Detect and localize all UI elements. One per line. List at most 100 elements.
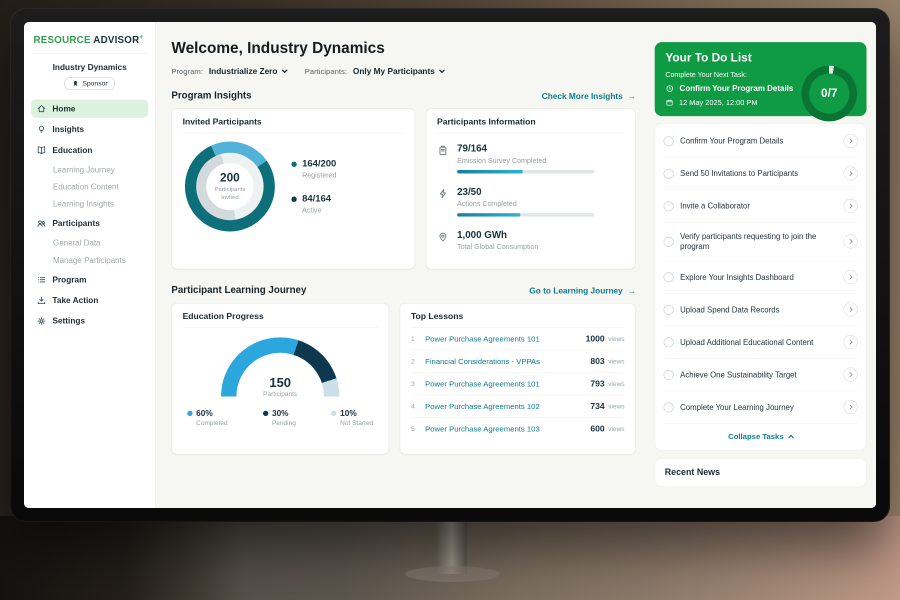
todo-task[interactable]: Achieve One Sustainability Target	[664, 359, 858, 392]
todo-task[interactable]: Complete Your Learning Journey	[664, 391, 858, 424]
todo-panel: Your To Do List Complete Your Next Task:…	[651, 22, 876, 508]
info-value: 23/50	[457, 186, 594, 197]
todo-task[interactable]: Explore Your Insights Dashboard	[664, 261, 858, 294]
learning-journey-title: Participant Learning Journey	[171, 285, 306, 296]
arrow-right-icon: →	[627, 286, 635, 295]
go-to-learning-journey-link[interactable]: Go to Learning Journey →	[529, 286, 635, 295]
task-checkbox-icon[interactable]	[664, 370, 674, 380]
chevron-right-icon[interactable]	[843, 400, 857, 414]
chevron-right-icon[interactable]	[843, 368, 857, 382]
collapse-tasks-button[interactable]: Collapse Tasks	[664, 424, 858, 449]
task-checkbox-icon[interactable]	[664, 402, 674, 412]
progress-bar	[457, 213, 594, 217]
chevron-up-icon	[788, 435, 794, 441]
link-label: Go to Learning Journey	[529, 286, 622, 295]
logo-plus: +	[139, 34, 143, 41]
participants-filter-label: Participants:	[305, 67, 347, 76]
info-value: 1,000 GWh	[457, 230, 538, 241]
todo-task[interactable]: Invite a Collaborator	[664, 190, 858, 223]
book-icon	[36, 145, 46, 155]
program-select[interactable]: Industrialize Zero	[209, 66, 287, 75]
chevron-right-icon[interactable]	[843, 335, 857, 349]
lesson-rank: 3	[411, 380, 425, 387]
lesson-link[interactable]: Power Purchase Agreements 103	[425, 424, 590, 433]
sidebar-nav: Home Insights Education Learning Journey…	[31, 99, 148, 330]
invited-participants-card: Invited Participants 200 Participants In…	[171, 108, 415, 269]
chevron-right-icon[interactable]	[843, 134, 857, 148]
legend-label: Active	[302, 206, 331, 214]
chevron-down-icon	[439, 67, 445, 73]
info-row-actions: 23/50 Actions Completed	[437, 180, 625, 223]
gear-icon	[36, 316, 46, 326]
education-gauge-chart: 150 Participants	[221, 337, 339, 397]
legend-value: 84/164	[302, 194, 331, 205]
legend-value: 30%	[272, 408, 289, 417]
chevron-right-icon[interactable]	[843, 199, 857, 213]
sidebar-item-education-content[interactable]: Education Content	[31, 178, 148, 194]
info-row-survey: 79/164 Emission Survey Completed	[437, 137, 625, 180]
sidebar-item-participants[interactable]: Participants	[31, 214, 148, 232]
info-label: Actions Completed	[457, 199, 594, 207]
participants-select[interactable]: Only My Participants	[353, 66, 444, 75]
sidebar: RESOURCE ADVISOR+ Industry Dynamics Spon…	[24, 22, 156, 508]
location-pin-icon	[437, 231, 449, 243]
legend-label: Pending	[272, 420, 296, 427]
lesson-views: 793	[590, 379, 604, 388]
info-label: Total Global Consumption	[457, 243, 538, 251]
task-label: Explore Your Insights Dashboard	[680, 272, 837, 282]
sponsor-badge[interactable]: Sponsor	[64, 77, 115, 90]
lightbulb-icon	[36, 124, 46, 134]
chevron-right-icon[interactable]	[843, 234, 857, 248]
lesson-rank: 1	[411, 335, 425, 342]
people-icon	[36, 218, 46, 228]
todo-task[interactable]: Send 50 Invitations to Participants	[664, 157, 858, 190]
collapse-label: Collapse Tasks	[728, 432, 783, 441]
card-title: Participants Information	[437, 117, 625, 133]
todo-task-list: Confirm Your Program Details Send 50 Inv…	[655, 123, 867, 451]
sidebar-item-general-data[interactable]: General Data	[31, 235, 148, 251]
task-label: Invite a Collaborator	[680, 201, 837, 211]
education-progress-card: Education Progress 150 Participants 60% …	[171, 303, 389, 454]
legend-dot	[291, 197, 296, 202]
todo-task[interactable]: Confirm Your Program Details	[664, 125, 858, 158]
chevron-down-icon	[282, 67, 288, 73]
task-checkbox-icon[interactable]	[664, 305, 674, 315]
legend-label: Registered	[302, 171, 336, 179]
task-checkbox-icon[interactable]	[664, 237, 674, 247]
sidebar-item-insights[interactable]: Insights	[31, 120, 148, 138]
lesson-link[interactable]: Power Purchase Agreements 102	[425, 402, 590, 411]
app-logo: RESOURCE ADVISOR+	[31, 31, 148, 53]
task-checkbox-icon[interactable]	[664, 168, 674, 178]
todo-task[interactable]: Upload Spend Data Records	[664, 294, 858, 327]
lesson-link[interactable]: Power Purchase Agreements 101	[425, 379, 590, 388]
sidebar-item-settings[interactable]: Settings	[31, 312, 148, 330]
todo-task[interactable]: Upload Additional Educational Content	[664, 326, 858, 359]
chevron-right-icon[interactable]	[843, 166, 857, 180]
sidebar-item-label: Program	[52, 275, 86, 284]
chevron-right-icon[interactable]	[843, 270, 857, 284]
lesson-link[interactable]: Financial Considerations - VPPAs	[425, 357, 590, 366]
check-more-insights-link[interactable]: Check More Insights →	[542, 91, 636, 100]
task-label: Confirm Your Program Details	[680, 136, 837, 146]
task-checkbox-icon[interactable]	[664, 337, 674, 347]
task-checkbox-icon[interactable]	[664, 136, 674, 146]
sidebar-item-manage-participants[interactable]: Manage Participants	[31, 252, 148, 268]
task-checkbox-icon[interactable]	[664, 272, 674, 282]
calendar-icon	[665, 98, 673, 106]
bolt-icon	[437, 188, 449, 200]
sidebar-item-home[interactable]: Home	[31, 99, 148, 117]
sidebar-item-take-action[interactable]: Take Action	[31, 291, 148, 309]
sidebar-item-label: General Data	[53, 238, 101, 247]
chevron-right-icon[interactable]	[843, 303, 857, 317]
lesson-link[interactable]: Power Purchase Agreements 101	[425, 334, 585, 343]
task-checkbox-icon[interactable]	[664, 201, 674, 211]
monitor-stand-base	[405, 566, 500, 582]
lesson-views-label: views	[608, 403, 624, 410]
sidebar-item-program[interactable]: Program	[31, 270, 148, 288]
sidebar-item-learning-journey[interactable]: Learning Journey	[31, 161, 148, 177]
program-insights-title: Program Insights	[171, 90, 251, 101]
sidebar-item-learning-insights[interactable]: Learning Insights	[31, 196, 148, 212]
task-label: Upload Spend Data Records	[680, 305, 837, 315]
todo-task[interactable]: Verify participants requesting to join t…	[664, 223, 858, 262]
sidebar-item-education[interactable]: Education	[31, 141, 148, 159]
